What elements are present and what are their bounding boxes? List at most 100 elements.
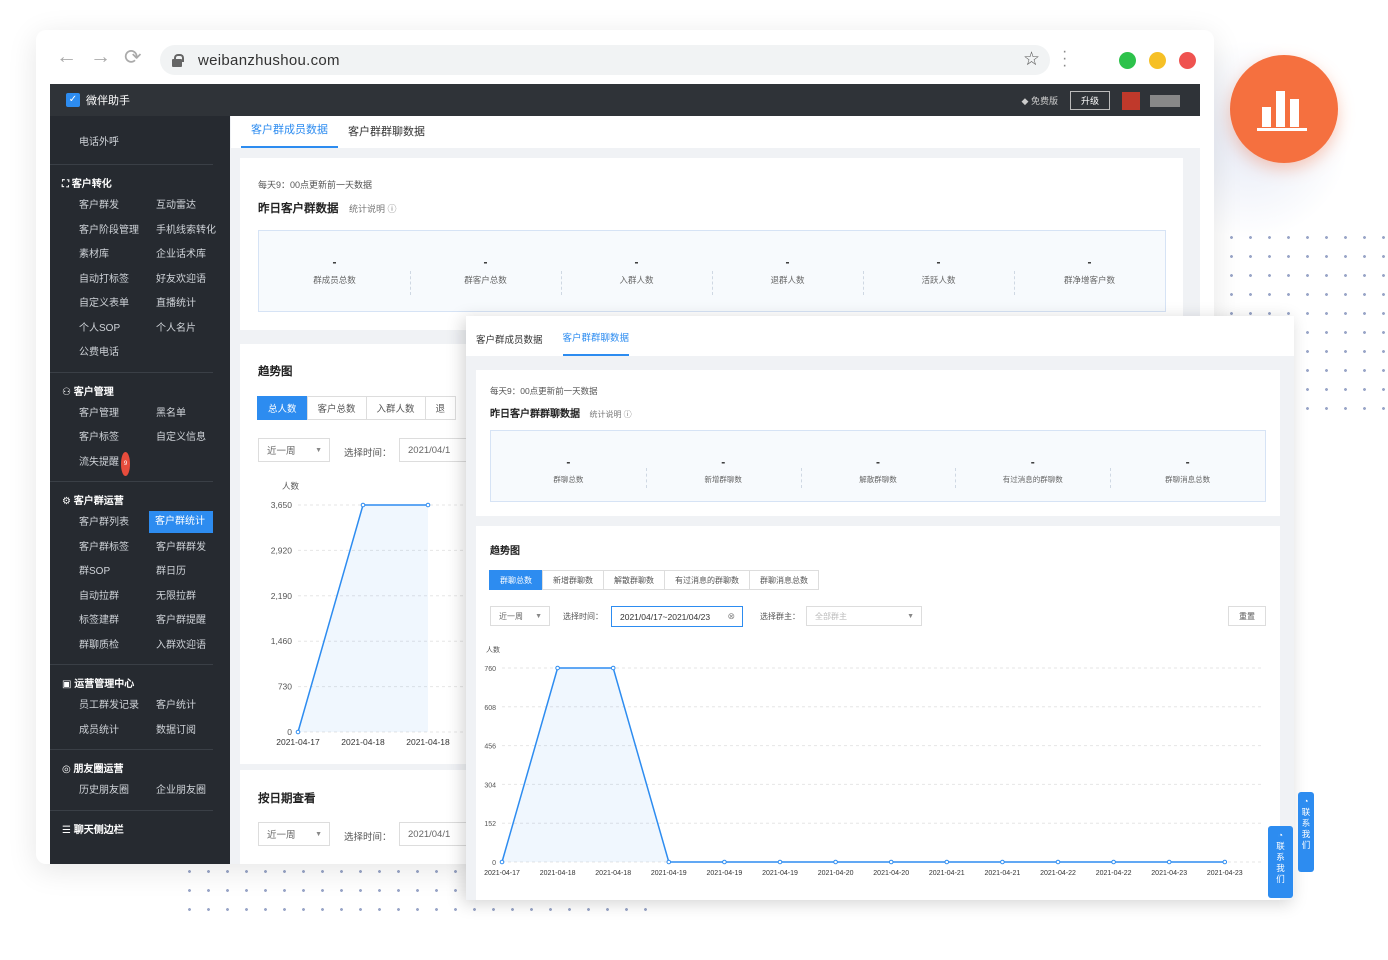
range-select[interactable]: 近一周 ▼ — [490, 606, 550, 626]
x-tick-label: 2021-04-19 — [762, 870, 798, 877]
analytics-badge — [1230, 55, 1338, 163]
date-range-picker[interactable]: 2021/04/17~2021/04/23 ⊗ — [611, 606, 743, 627]
sidebar-item[interactable]: 客户群列表 — [79, 511, 156, 536]
trend-tab-chat-total[interactable]: 群聊总数 — [489, 570, 543, 590]
trend-tab-customers[interactable]: 客户总数 — [306, 396, 367, 420]
metric-left: - 退群人数 — [712, 255, 863, 311]
sidebar-section-ops-center[interactable]: ▣ 运营管理中心 — [50, 664, 213, 694]
trend-tab-left[interactable]: 退 — [424, 396, 457, 420]
username-placeholder[interactable] — [1150, 94, 1180, 107]
overlay-summary-card: 每天9：00点更新前一天数据 昨日客户群群聊数据 统计说明 ⓘ - 群聊总数 -新… — [476, 370, 1280, 516]
back-icon[interactable]: ← — [56, 45, 77, 69]
trend-tab-chat-dissolved[interactable]: 解散群聊数 — [603, 570, 665, 590]
app-topbar: ✓ 微伴助手 ◆ 免费版 升级 — [50, 84, 1200, 116]
close-dot[interactable] — [1179, 52, 1196, 69]
sidebar-item-churn[interactable]: 流失提醒 9 — [79, 451, 156, 476]
sidebar-item[interactable]: 员工群发记录 — [79, 694, 156, 719]
contact-us-button-back[interactable]: ◔ 联系我们 — [1298, 792, 1314, 872]
sidebar-item[interactable]: 客户标签 — [79, 426, 156, 451]
sidebar-item[interactable]: 客户群提醒 — [156, 609, 230, 634]
sidebar: 电话外呼 ⛶ 客户转化 客户群发 互动雷达 客户阶段管理 手机线索转化 素材库 … — [50, 116, 230, 864]
metric-chat-total: - 群聊总数 — [553, 455, 584, 484]
sidebar-item[interactable]: 群日历 — [156, 560, 230, 585]
maximize-dot[interactable] — [1119, 52, 1136, 69]
sidebar-item[interactable]: 企业话术库 — [156, 243, 230, 268]
sidebar-item[interactable]: 数据订阅 — [156, 719, 230, 744]
range-select[interactable]: 近一周 ▼ — [258, 438, 330, 462]
sidebar-item[interactable]: 企业朋友圈 — [156, 779, 230, 804]
data-point — [360, 502, 366, 508]
tab-chat-data[interactable]: 客户群群聊数据 — [338, 123, 435, 148]
sidebar-item[interactable]: 个人SOP — [79, 317, 156, 342]
sidebar-item[interactable]: 客户阶段管理 — [79, 219, 156, 244]
sidebar-item[interactable]: 自动打标签 — [79, 268, 156, 293]
tab-member-data[interactable]: 客户群成员数据 — [466, 332, 553, 356]
trend-tab-total[interactable]: 总人数 — [257, 396, 308, 420]
sidebar-item[interactable]: 客户管理 — [79, 402, 156, 427]
sidebar-item[interactable]: 个人名片 — [156, 317, 230, 342]
trend-tab-chat-with-msgs[interactable]: 有过消息的群聊数 — [664, 570, 750, 590]
y-tick-label: 0 — [492, 860, 496, 867]
tab-chat-data[interactable]: 客户群群聊数据 — [562, 330, 630, 356]
reload-icon[interactable]: ⟳ — [124, 45, 142, 70]
overlay-trend-tabs: 群聊总数 新增群聊数 解散群聊数 有过消息的群聊数 群聊消息总数 — [489, 570, 819, 590]
date-section-title: 按日期查看 — [258, 793, 316, 805]
sidebar-item[interactable]: 成员统计 — [79, 719, 156, 744]
minimize-dot[interactable] — [1149, 52, 1166, 69]
explain-link[interactable]: 统计说明 ⓘ — [589, 410, 631, 419]
menu-icon[interactable]: · · · — [1062, 44, 1067, 74]
time-label: 选择时间： — [344, 448, 392, 459]
sidebar-item[interactable]: 好友欢迎语 — [156, 268, 230, 293]
sidebar-item[interactable]: 入群欢迎语 — [156, 634, 230, 659]
sidebar-item[interactable]: 客户统计 — [156, 694, 230, 719]
y-axis-label: 人数 — [486, 645, 500, 654]
x-tick-label: 2021-04-18 — [406, 737, 450, 747]
free-plan-label: ◆ 免费版 — [1021, 96, 1058, 106]
tab-member-data[interactable]: 客户群成员数据 — [241, 121, 338, 148]
upgrade-button[interactable]: 升级 — [1069, 91, 1110, 110]
sidebar-section-chat[interactable]: ☰ 聊天侧边栏 — [50, 809, 213, 840]
trend-tab-chat-new[interactable]: 新增群聊数 — [542, 570, 604, 590]
owner-select[interactable]: 全部群主 ▼ — [806, 606, 922, 626]
sidebar-item[interactable]: 自定义表单 — [79, 292, 156, 317]
sidebar-item[interactable]: 无限拉群 — [156, 585, 230, 610]
data-point — [610, 665, 616, 671]
sidebar-section-moments[interactable]: ◎ 朋友圈运营 — [50, 749, 213, 779]
sidebar-item[interactable]: 历史朋友圈 — [79, 779, 156, 804]
forward-icon[interactable]: → — [90, 45, 111, 69]
explain-link[interactable]: 统计说明 ⓘ — [349, 204, 397, 214]
address-bar[interactable]: weibanzhushou.com ☆ — [160, 45, 1050, 75]
clear-icon[interactable]: ⊗ — [727, 611, 735, 622]
trend-tab-chat-msg-total[interactable]: 群聊消息总数 — [749, 570, 819, 590]
avatar[interactable] — [1122, 91, 1140, 110]
data-point — [722, 859, 727, 865]
sidebar-section-group-ops[interactable]: ⚙ 客户群运营 — [50, 481, 213, 511]
range-select-2[interactable]: 近一周 ▼ — [258, 822, 330, 846]
reset-button[interactable]: 重置 — [1228, 606, 1266, 626]
sidebar-item[interactable]: 标签建群 — [79, 609, 156, 634]
sidebar-item[interactable]: 公费电话 — [79, 341, 156, 366]
sidebar-item[interactable]: 群SOP — [79, 560, 156, 585]
sidebar-item[interactable]: 互动雷达 — [156, 194, 230, 219]
sidebar-item[interactable]: 黑名单 — [156, 402, 230, 427]
data-point — [1055, 859, 1061, 865]
sidebar-section-conversion[interactable]: ⛶ 客户转化 — [50, 164, 213, 194]
sidebar-item[interactable]: 直播统计 — [156, 292, 230, 317]
sidebar-section-customer[interactable]: ⚇ 客户管理 — [50, 371, 213, 402]
sidebar-item[interactable]: 客户群发 — [79, 194, 156, 219]
bookmark-star-icon[interactable]: ☆ — [1023, 48, 1040, 71]
sidebar-item[interactable]: 自定义信息 — [156, 426, 230, 451]
sidebar-item-phone[interactable]: 电话外呼 — [50, 116, 230, 158]
sidebar-item[interactable]: 自动拉群 — [79, 585, 156, 610]
sidebar-item[interactable]: 群聊质检 — [79, 634, 156, 659]
trend-tab-joined[interactable]: 入群人数 — [365, 396, 426, 420]
chevron-down-icon: ▼ — [907, 612, 914, 620]
x-tick-label: 2021-04-19 — [651, 870, 687, 877]
sidebar-item[interactable]: 客户群群发 — [156, 536, 230, 561]
sidebar-item[interactable]: 手机线索转化 — [156, 219, 230, 244]
contact-us-button[interactable]: ◔ 联系我们 — [1268, 826, 1293, 898]
sidebar-item[interactable]: 素材库 — [79, 243, 156, 268]
sidebar-item-active[interactable]: 客户群统计 — [149, 511, 213, 533]
sidebar-item[interactable]: 客户群标签 — [79, 536, 156, 561]
trend-title: 趋势图 — [258, 366, 293, 378]
